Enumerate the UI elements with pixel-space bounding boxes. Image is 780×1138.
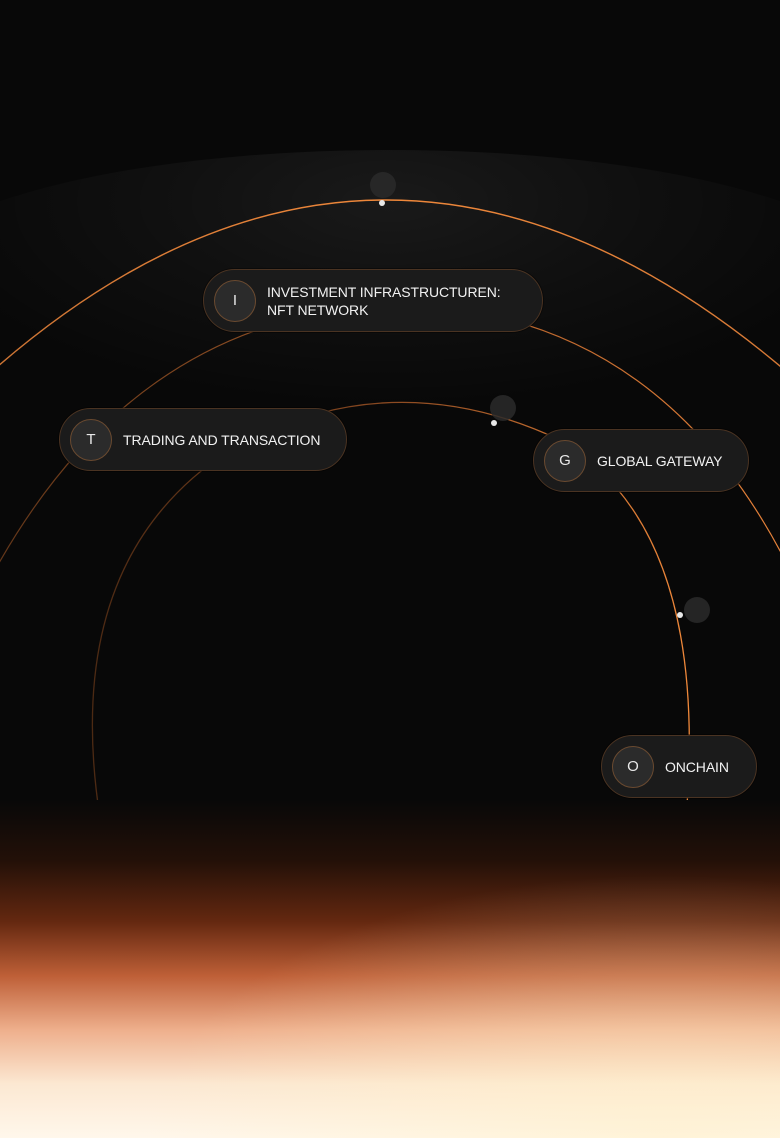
orbit-ghost-dot-2 [490,395,516,421]
global-label-line-1: GLOBAL GATEWAY [597,452,723,469]
investment-initial-badge: I [214,279,256,322]
trading-label-line-1: TRADING AND TRANSACTION [123,431,321,448]
trading-initial-badge: T [70,418,112,461]
global-gateway-pill[interactable]: G GLOBAL GATEWAY [533,429,749,492]
onchain-initial-badge: O [612,745,654,788]
global-initial-badge: G [544,439,586,482]
orbit-node-3 [677,612,683,618]
global-label: GLOBAL GATEWAY [597,452,723,470]
onchain-pill[interactable]: O ONCHAIN [601,735,757,798]
orbit-stage: I INVESTMENT INFRASTRUCTUREN: NFT NETWOR… [0,0,780,1138]
orbit-ghost-dot-1 [370,172,396,198]
trading-label: TRADING AND TRANSACTION [123,431,320,449]
orbit-node-2 [491,420,497,426]
trading-pill[interactable]: T TRADING AND TRANSACTION [59,408,347,471]
orbit-node-1 [379,200,385,206]
investment-label: INVESTMENT INFRASTRUCTUREN: NFT NETWORK [267,283,501,319]
investment-label-line-2: NFT NETWORK [267,301,369,318]
bottom-horizon-glow [0,800,780,1138]
onchain-label: ONCHAIN [665,758,729,776]
investment-pill[interactable]: I INVESTMENT INFRASTRUCTUREN: NFT NETWOR… [203,269,543,332]
onchain-label-line-1: ONCHAIN [665,758,729,775]
investment-label-line-1: INVESTMENT INFRASTRUCTUREN: [267,283,501,300]
orbit-ghost-dot-3 [684,597,710,623]
